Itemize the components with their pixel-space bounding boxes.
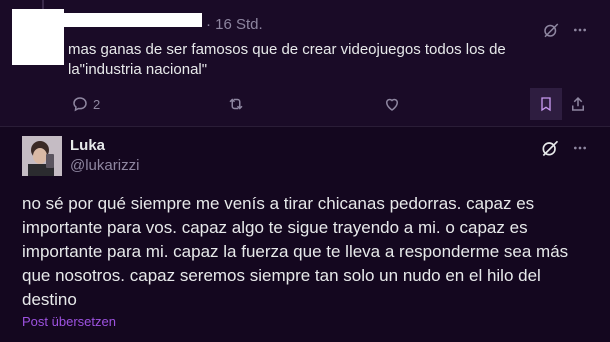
redacted-author-name bbox=[62, 13, 202, 27]
translate-post-link[interactable]: Post übersetzen bbox=[22, 314, 116, 329]
reply-icon[interactable] bbox=[70, 94, 90, 114]
divider bbox=[0, 126, 610, 127]
grok-icon[interactable] bbox=[539, 137, 561, 159]
grok-icon[interactable] bbox=[541, 20, 561, 40]
like-icon[interactable] bbox=[382, 94, 402, 114]
post-text: no sé por qué siempre me venís a tirar c… bbox=[22, 194, 569, 309]
repost-icon[interactable] bbox=[226, 94, 246, 114]
post-frame: · 16 Std. mas ganas de ser famosos que d… bbox=[0, 0, 610, 342]
more-icon[interactable] bbox=[570, 138, 590, 158]
bookmark-button[interactable] bbox=[530, 88, 562, 120]
reply-count: 2 bbox=[93, 97, 101, 112]
author-name[interactable]: Luka bbox=[70, 137, 105, 154]
reply-post[interactable]: · 16 Std. mas ganas de ser famosos que d… bbox=[0, 0, 610, 126]
bookmark-icon bbox=[536, 94, 556, 114]
share-icon[interactable] bbox=[568, 94, 588, 114]
author-handle[interactable]: @lukarizzi bbox=[70, 157, 139, 174]
more-icon[interactable] bbox=[570, 20, 590, 40]
reply-text: mas ganas de ser famosos que de crear vi… bbox=[68, 41, 506, 78]
redacted-avatar bbox=[12, 9, 64, 65]
post-time[interactable]: · 16 Std. bbox=[206, 16, 263, 33]
avatar[interactable] bbox=[22, 136, 62, 176]
